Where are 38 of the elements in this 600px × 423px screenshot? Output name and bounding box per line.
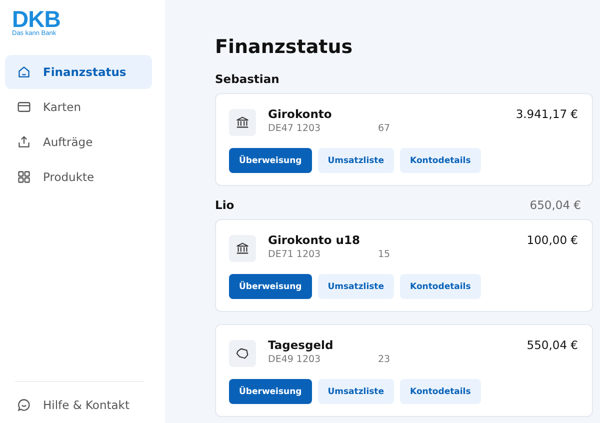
brand-logo[interactable]: DKB bbox=[12, 8, 152, 30]
nav-item[interactable]: Produkte bbox=[5, 160, 152, 194]
account-balance: 100,00 € bbox=[526, 233, 578, 247]
iban-start: DE49 1203 bbox=[268, 354, 322, 365]
action-button[interactable]: Umsatzliste bbox=[318, 274, 394, 299]
owner-name: Sebastian bbox=[215, 72, 280, 86]
upload-icon bbox=[17, 135, 31, 149]
action-button[interactable]: Umsatzliste bbox=[318, 379, 394, 404]
card-icon bbox=[17, 100, 31, 114]
iban-end: 15 bbox=[378, 249, 390, 260]
page-title: Finanzstatus bbox=[215, 36, 354, 58]
iban-end: 67 bbox=[378, 123, 390, 134]
group-total: 650,04 € bbox=[530, 198, 581, 212]
grid-icon bbox=[17, 170, 31, 184]
chat-icon bbox=[17, 398, 31, 412]
action-button[interactable]: Kontodetails bbox=[400, 148, 481, 173]
account-name: Girokonto bbox=[268, 107, 333, 121]
iban-start: DE71 1203 bbox=[268, 249, 322, 260]
account-name: Girokonto u18 bbox=[268, 233, 361, 247]
account-name: Tagesgeld bbox=[268, 338, 334, 352]
action-button[interactable]: Kontodetails bbox=[400, 274, 481, 299]
home-icon bbox=[17, 65, 31, 79]
account-balance: 550,04 € bbox=[526, 338, 578, 352]
iban-start: DE47 1203 bbox=[268, 123, 322, 134]
nav-item[interactable]: Karten bbox=[5, 90, 152, 124]
bank-icon bbox=[235, 115, 250, 130]
action-button[interactable]: Überweisung bbox=[229, 274, 312, 299]
action-button[interactable]: Umsatzliste bbox=[318, 148, 394, 173]
iban-end: 23 bbox=[378, 354, 390, 365]
nav-item[interactable]: Aufträge bbox=[5, 125, 152, 159]
help-link[interactable]: Hilfe & Kontakt bbox=[5, 388, 152, 422]
action-button[interactable]: Kontodetails bbox=[400, 379, 481, 404]
account-balance: 3.941,17 € bbox=[516, 107, 578, 121]
action-button[interactable]: Überweisung bbox=[229, 379, 312, 404]
action-button[interactable]: Überweisung bbox=[229, 148, 312, 173]
nav-item[interactable]: Finanzstatus bbox=[5, 55, 152, 89]
owner-name: Lio bbox=[215, 198, 234, 212]
bank-icon bbox=[235, 241, 250, 256]
